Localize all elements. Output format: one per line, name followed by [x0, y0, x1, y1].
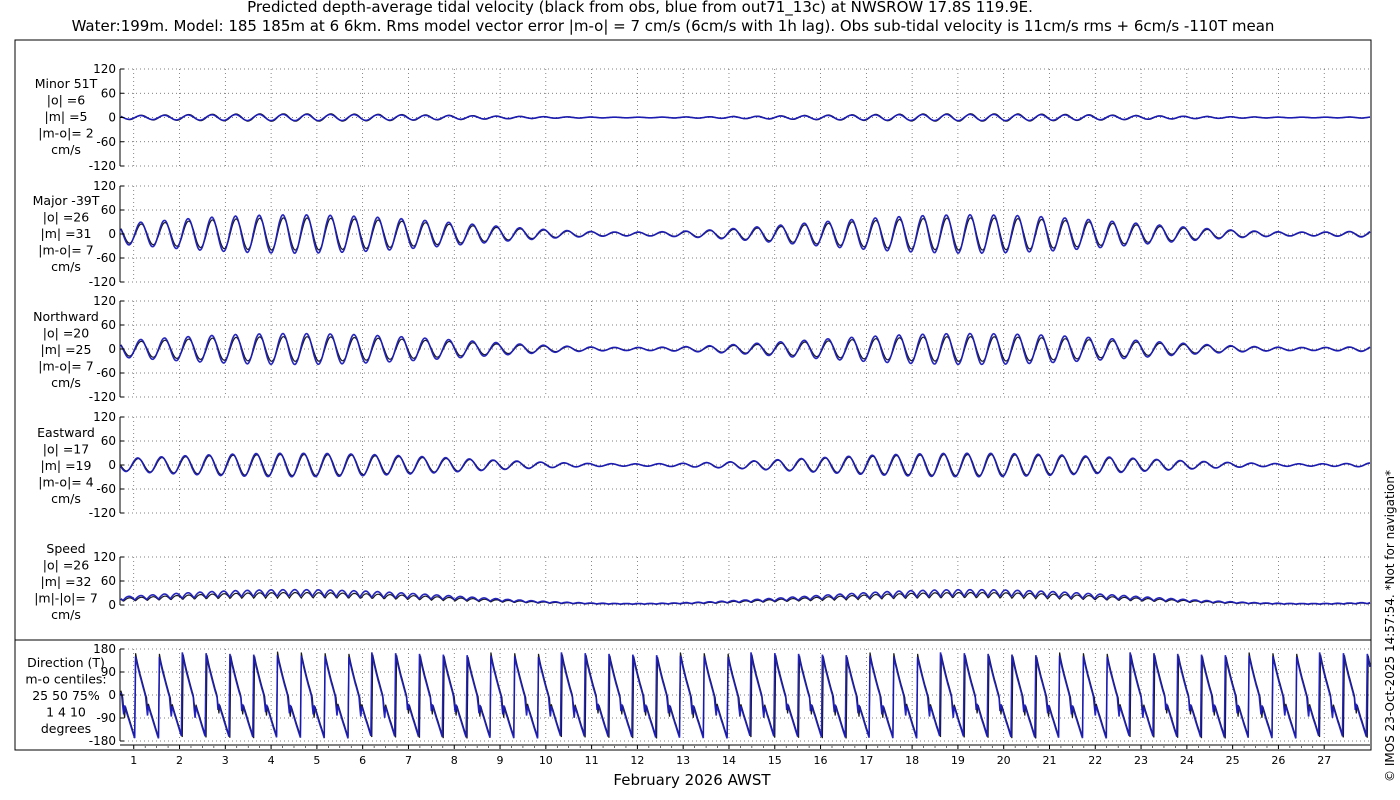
xtick-label-4: 4 [268, 754, 275, 767]
minor-ytick-label--60: -60 [96, 135, 116, 149]
speed-panel-label-4: cm/s [51, 607, 81, 622]
speed-ytick-label-60: 60 [101, 574, 116, 588]
eastward-panel-label-2: |m| =19 [41, 458, 92, 473]
xtick-label-1: 1 [130, 754, 137, 767]
northward-panel-label-3: |m-o|= 7 [38, 359, 93, 374]
major-ytick-label-60: 60 [101, 203, 116, 217]
major-ytick-label--60: -60 [96, 251, 116, 265]
xtick-label-20: 20 [997, 754, 1011, 767]
major-ytick-label-0: 0 [108, 227, 116, 241]
minor-ytick-label-60: 60 [101, 86, 116, 100]
xtick-label-9: 9 [497, 754, 504, 767]
eastward-panel-label-3: |m-o|= 4 [38, 475, 93, 490]
major-panel-label-2: |m| =31 [41, 226, 92, 241]
xaxis-label: February 2026 AWST [613, 771, 771, 789]
xtick-label-5: 5 [313, 754, 320, 767]
direction-ytick-label--90: -90 [96, 711, 116, 725]
direction-panel-label-0: Direction (T) [27, 655, 105, 670]
xtick-label-25: 25 [1226, 754, 1240, 767]
northward-ytick-label--60: -60 [96, 366, 116, 380]
eastward-ytick-label-60: 60 [101, 434, 116, 448]
minor-ytick-label-120: 120 [93, 62, 116, 76]
direction-panel-label-1: m-o centiles: [25, 672, 106, 687]
upper-frame [14, 39, 1372, 641]
direction-ytick-label-0: 0 [108, 688, 116, 702]
minor-ytick-label-0: 0 [108, 111, 116, 125]
xtick-label-14: 14 [722, 754, 736, 767]
minor-panel-label-1: |o| =6 [47, 93, 86, 108]
eastward-ytick-label--120: -120 [89, 506, 116, 520]
major-panel-label-3: |m-o|= 7 [38, 243, 93, 258]
tidal-velocity-chart: 120600-60-120Minor 51T|o| =6|m| =5|m-o|=… [14, 39, 1372, 789]
xtick-label-3: 3 [222, 754, 229, 767]
direction-ytick-label--180: -180 [89, 734, 116, 748]
eastward-ytick-label--60: -60 [96, 482, 116, 496]
xtick-label-16: 16 [814, 754, 828, 767]
minor-panel-label-0: Minor 51T [35, 76, 98, 91]
northward-panel-label-1: |o| =20 [43, 326, 89, 341]
speed-panel-label-3: |m|-|o|= 7 [34, 591, 98, 606]
eastward-panel-label-4: cm/s [51, 491, 81, 506]
major-ytick-label-120: 120 [93, 179, 116, 193]
minor-ytick-label--120: -120 [89, 159, 116, 173]
xtick-label-27: 27 [1317, 754, 1331, 767]
xtick-label-2: 2 [176, 754, 183, 767]
direction-ytick-label-180: 180 [93, 642, 116, 656]
xtick-label-23: 23 [1134, 754, 1148, 767]
northward-ytick-label-0: 0 [108, 342, 116, 356]
xtick-label-6: 6 [359, 754, 366, 767]
xtick-label-17: 17 [859, 754, 873, 767]
minor-panel-label-3: |m-o|= 2 [38, 126, 93, 141]
xtick-label-22: 22 [1088, 754, 1102, 767]
northward-panel-label-2: |m| =25 [41, 342, 92, 357]
speed-series-obs [120, 591, 1371, 605]
speed-ytick-label-120: 120 [93, 550, 116, 564]
xtick-label-12: 12 [630, 754, 644, 767]
copyright-notice: © IMOS 23-Oct-2025 14:57:54. *Not for na… [1383, 470, 1397, 782]
major-ytick-label--120: -120 [89, 275, 116, 289]
xtick-label-19: 19 [951, 754, 965, 767]
minor-panel-label-4: cm/s [51, 142, 81, 157]
direction-panel-label-3: 1 4 10 [46, 705, 86, 720]
xtick-label-24: 24 [1180, 754, 1194, 767]
xtick-label-8: 8 [451, 754, 458, 767]
northward-ytick-label--120: -120 [89, 390, 116, 404]
speed-panel-label-1: |o| =26 [43, 558, 89, 573]
major-panel-label-1: |o| =26 [43, 210, 89, 225]
eastward-ytick-label-120: 120 [93, 410, 116, 424]
northward-ytick-label-60: 60 [101, 318, 116, 332]
xtick-label-13: 13 [676, 754, 690, 767]
direction-panel-label-2: 25 50 75% [32, 688, 100, 703]
xtick-label-15: 15 [768, 754, 782, 767]
xtick-label-18: 18 [905, 754, 919, 767]
northward-panel-label-4: cm/s [51, 375, 81, 390]
northward-ytick-label-120: 120 [93, 294, 116, 308]
speed-panel-label-0: Speed [46, 541, 85, 556]
minor-panel-label-2: |m| =5 [45, 109, 88, 124]
speed-ytick-label-0: 0 [108, 598, 116, 612]
eastward-ytick-label-0: 0 [108, 458, 116, 472]
eastward-panel-label-0: Eastward [37, 425, 95, 440]
speed-panel-label-2: |m| =32 [41, 574, 92, 589]
direction-panel-label-4: degrees [41, 721, 91, 736]
northward-panel-label-0: Northward [33, 309, 99, 324]
speed-series-model [120, 588, 1371, 605]
xtick-label-10: 10 [539, 754, 553, 767]
xtick-label-26: 26 [1271, 754, 1285, 767]
xtick-label-7: 7 [405, 754, 412, 767]
major-panel-label-0: Major -39T [33, 193, 100, 208]
direction-series-model [120, 652, 1371, 739]
xtick-label-11: 11 [585, 754, 599, 767]
major-panel-label-4: cm/s [51, 259, 81, 274]
eastward-panel-label-1: |o| =17 [43, 442, 89, 457]
xtick-label-21: 21 [1042, 754, 1056, 767]
